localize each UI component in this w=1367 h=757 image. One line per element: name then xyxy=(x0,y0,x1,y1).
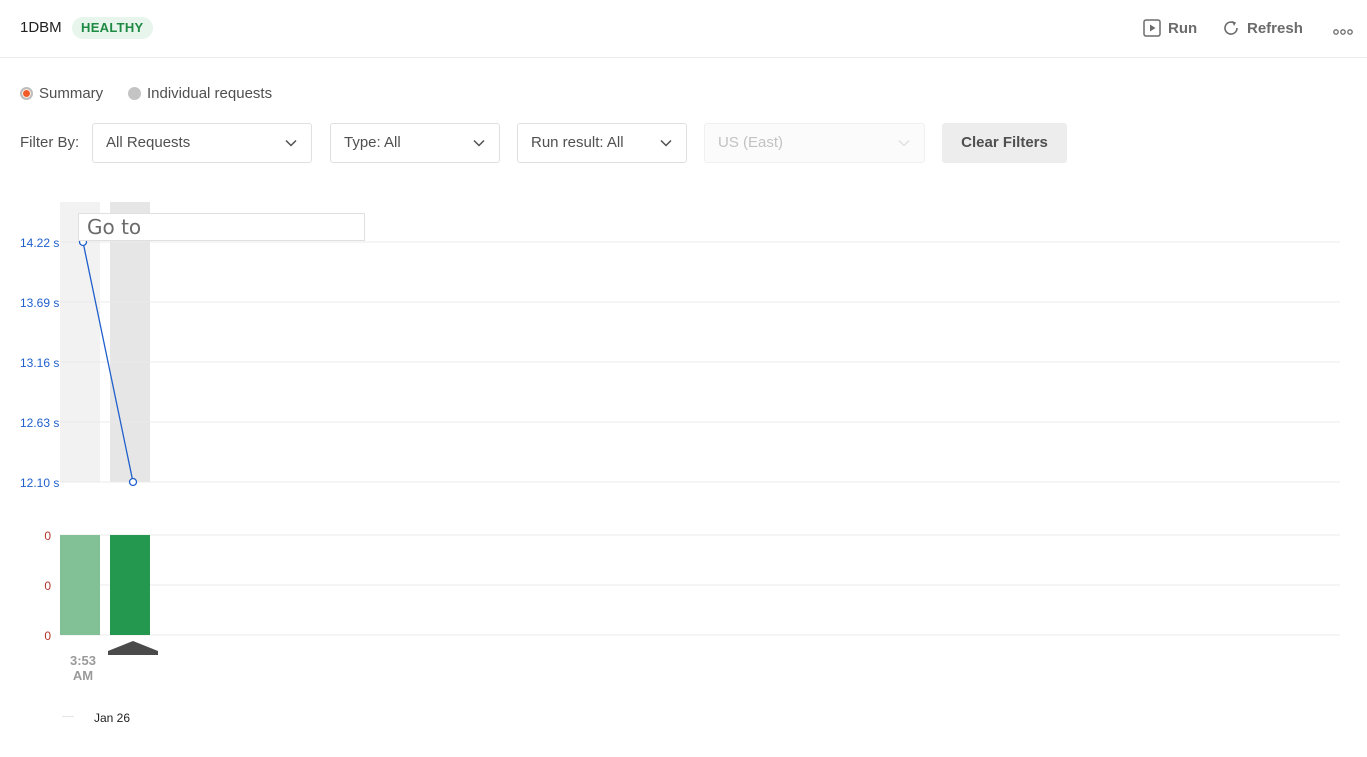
more-icon xyxy=(1333,29,1353,35)
time-label-353[interactable]: 3:53 AM xyxy=(58,653,108,683)
response-time-point xyxy=(128,477,138,487)
bar-y-tick-label: 0 xyxy=(44,579,51,593)
run-bar xyxy=(60,535,100,635)
run-button[interactable]: Run xyxy=(1143,16,1197,40)
y-tick-label: 13.16 s xyxy=(20,356,59,370)
y-tick-label: 12.63 s xyxy=(20,416,59,430)
run-result-filter-value: Run result: All xyxy=(531,134,624,151)
run-result-filter-select[interactable]: Run result: All xyxy=(517,123,687,163)
region-filter-value: US (East) xyxy=(718,134,784,151)
time-label-355-time: 3:55 xyxy=(119,653,147,668)
status-badge: HEALTHY xyxy=(72,17,153,39)
date-tick xyxy=(62,716,74,717)
individual-requests-label: Individual requests xyxy=(147,84,273,102)
goto-input[interactable]: Go to xyxy=(78,213,365,241)
refresh-icon xyxy=(1224,21,1238,35)
chevron-down-icon xyxy=(473,139,485,147)
date-label: Jan 26 xyxy=(94,711,131,725)
monitor-name: 1DBM xyxy=(20,19,62,36)
response-time-chart: 14.22 s 13.69 s 13.16 s 12.63 s 12.10 s 0 0 0 xyxy=(20,202,1340,655)
time-label-355[interactable]: 3:55 AM xyxy=(108,653,158,683)
individual-requests-radio[interactable]: Individual requests xyxy=(128,83,272,103)
chevron-down-icon xyxy=(898,139,910,147)
run-bar xyxy=(110,535,150,635)
summary-radio[interactable]: Summary xyxy=(20,83,103,103)
bar-y-tick-label: 0 xyxy=(44,629,51,643)
more-options-button[interactable] xyxy=(1333,20,1360,44)
chevron-down-icon xyxy=(660,139,672,147)
play-icon xyxy=(1143,19,1161,37)
type-filter-value: Type: All xyxy=(344,134,401,151)
requests-filter-select[interactable]: All Requests xyxy=(92,123,312,163)
time-label-355-ampm: AM xyxy=(122,668,144,683)
y-tick-label: 14.22 s xyxy=(20,236,59,250)
time-label-353-ampm: AM xyxy=(72,668,94,683)
summary-label: Summary xyxy=(39,84,104,102)
refresh-button[interactable]: Refresh xyxy=(1222,16,1303,40)
refresh-label: Refresh xyxy=(1247,19,1303,37)
run-label: Run xyxy=(1168,19,1198,37)
radio-unselected-icon xyxy=(128,86,141,100)
column-highlight xyxy=(110,202,150,482)
time-label-353-time: 3:53 xyxy=(69,653,97,668)
y-tick-label: 12.10 s xyxy=(20,476,59,490)
type-filter-select[interactable]: Type: All xyxy=(330,123,500,163)
bar-y-tick-label: 0 xyxy=(44,529,51,543)
region-filter-select: US (East) xyxy=(704,123,925,163)
clear-filters-button[interactable]: Clear Filters xyxy=(942,123,1067,163)
chevron-down-icon xyxy=(285,139,297,147)
filter-by-label: Filter By: xyxy=(20,134,80,151)
y-tick-label: 13.69 s xyxy=(20,296,59,310)
requests-filter-value: All Requests xyxy=(106,134,191,151)
header-bar: 1DBM HEALTHY Run Refresh xyxy=(0,0,1367,58)
radio-selected-icon xyxy=(20,86,33,100)
